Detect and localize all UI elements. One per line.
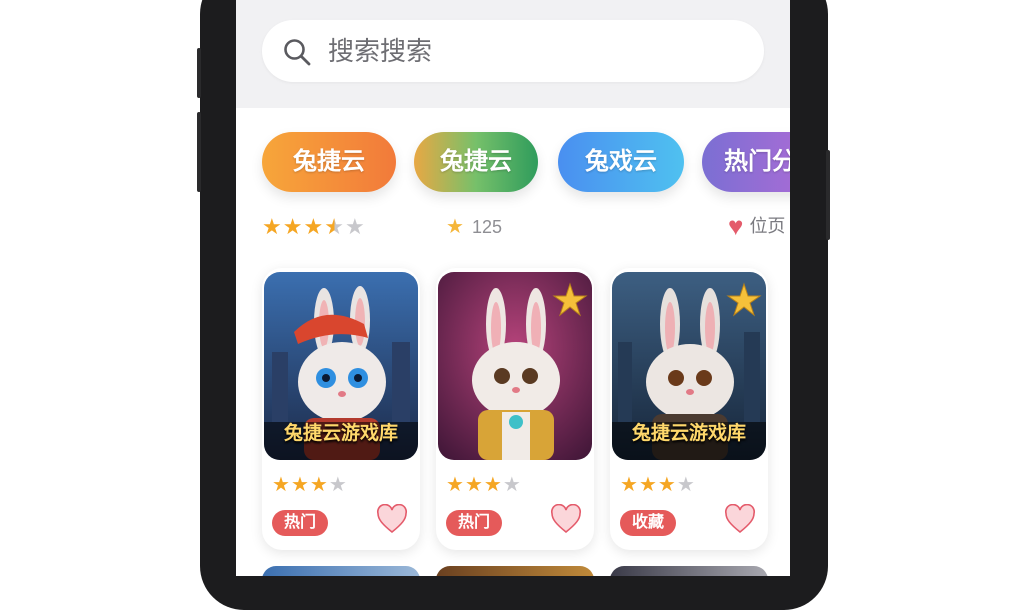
card-rating-stars: ★★★★ — [446, 474, 522, 496]
game-card-peek[interactable] — [436, 566, 594, 576]
heart-icon: ♥ — [728, 211, 744, 241]
card-tag[interactable]: 热门 — [446, 510, 503, 536]
star-icon: ★ — [657, 474, 677, 496]
star-icon: ★ — [638, 474, 658, 496]
game-card-peek[interactable] — [262, 566, 420, 576]
game-card-peek[interactable] — [610, 566, 768, 576]
card-rating-stars: ★★★★ — [272, 474, 348, 496]
star-icon: ★ — [290, 474, 310, 496]
card-tag[interactable]: 收藏 — [620, 510, 677, 536]
category-pill[interactable]: 兔戏云 — [558, 132, 684, 192]
category-pill[interactable]: 兔捷云 — [414, 132, 538, 192]
star-half-icon: ★ — [324, 214, 345, 239]
star-icon: ★ — [303, 214, 325, 239]
search-placeholder: 搜索搜索 — [328, 36, 433, 66]
rating-stars: ★★★★★ — [262, 215, 366, 239]
star-icon: ★ — [272, 474, 291, 496]
phone-screen: 搜索搜索 兔捷云 兔捷云 兔戏云 热门分 ★★★★★ ★ 125 ♥ 位页 兔捷… — [236, 0, 790, 576]
star-icon: ★ — [502, 474, 522, 496]
card-tag[interactable]: 热门 — [272, 510, 329, 536]
phone-side-button — [197, 48, 201, 98]
favorite-label: 位页 — [749, 216, 786, 236]
heart-icon[interactable] — [550, 504, 582, 534]
favorite-row[interactable]: ♥ 位页 — [728, 212, 785, 240]
category-pill[interactable]: 热门分 — [702, 132, 790, 192]
search-header: 搜索搜索 — [236, 0, 790, 108]
card-rating-stars: ★★★★ — [620, 474, 696, 496]
star-icon: ★ — [446, 474, 465, 496]
star-icon: ★ — [344, 214, 366, 239]
rating-count: ★ 125 — [446, 215, 502, 239]
search-input[interactable]: 搜索搜索 — [262, 20, 764, 82]
rating-count-value: 125 — [471, 217, 502, 237]
star-icon: ★ — [328, 474, 348, 496]
star-icon: ★ — [464, 474, 484, 496]
game-card[interactable]: 兔捷云游戏库 ★★★★ 收藏 — [610, 268, 768, 550]
game-card[interactable]: 兔捷云游戏库 ★★★★ 热门 — [262, 268, 420, 550]
category-pill[interactable]: 兔捷云 — [262, 132, 396, 192]
main-content: 兔捷云 兔捷云 兔戏云 热门分 ★★★★★ ★ 125 ♥ 位页 兔捷云游戏库 … — [236, 108, 790, 576]
game-card[interactable]: ★★★★ 热门 — [436, 268, 594, 550]
phone-side-button — [197, 112, 201, 192]
star-icon: ★ — [309, 474, 329, 496]
heart-icon[interactable] — [724, 504, 756, 534]
star-icon: ★ — [483, 474, 503, 496]
card-title: 兔捷云游戏库 — [283, 423, 398, 444]
search-icon — [284, 39, 311, 66]
game-cover-image — [438, 272, 592, 460]
star-icon: ★ — [446, 216, 464, 238]
heart-icon[interactable] — [376, 504, 408, 534]
star-icon: ★ — [676, 474, 696, 496]
star-icon: ★ — [282, 214, 304, 239]
card-title: 兔捷云游戏库 — [631, 423, 746, 444]
star-icon: ★ — [262, 214, 283, 239]
phone-side-button — [826, 150, 830, 240]
star-icon: ★ — [620, 474, 639, 496]
